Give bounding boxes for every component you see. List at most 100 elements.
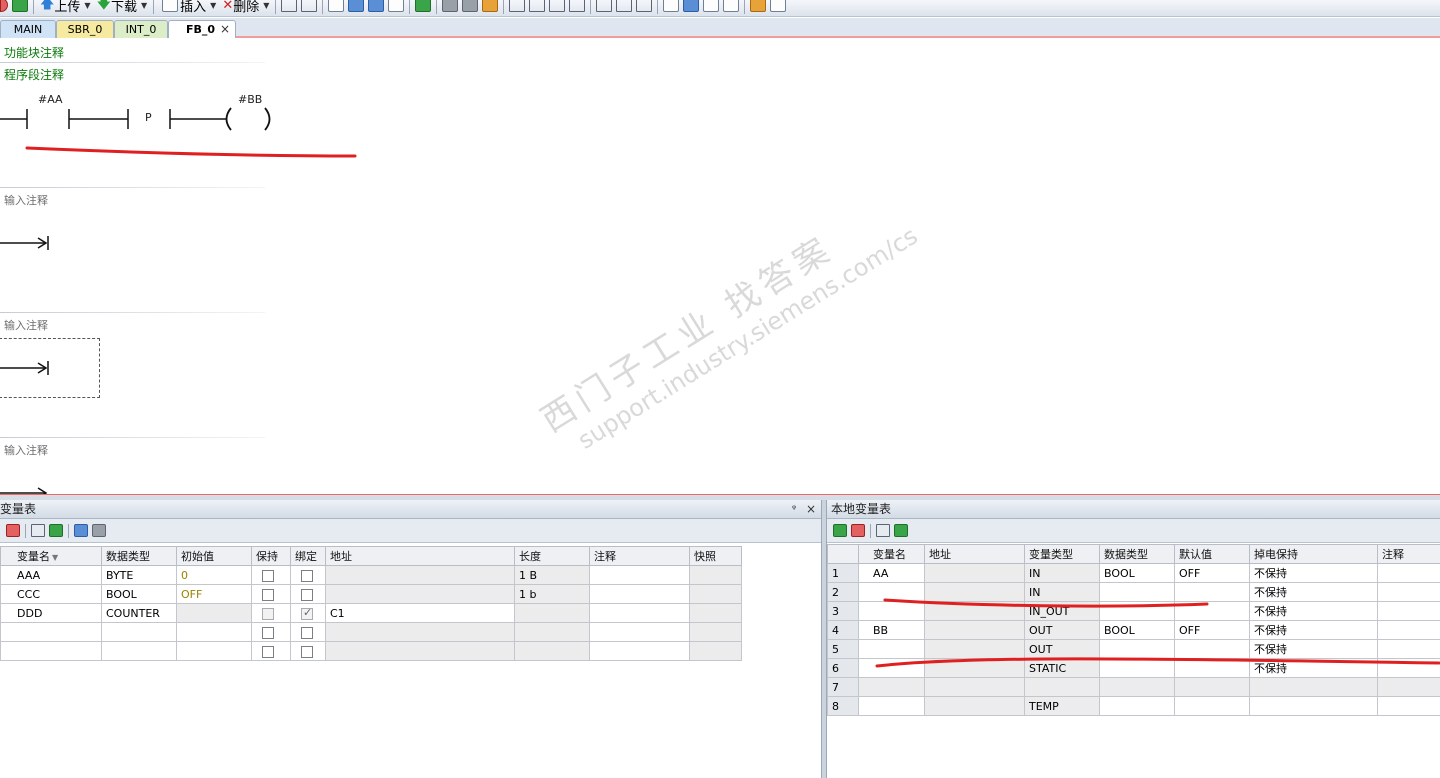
cell-name[interactable]	[858, 658, 925, 678]
table-row[interactable]	[0, 622, 742, 642]
cell-init[interactable]: 0	[176, 565, 252, 585]
sort-icon[interactable]	[894, 524, 908, 537]
cell-bind[interactable]	[290, 603, 326, 623]
lock-icon[interactable]	[442, 0, 459, 12]
close-tab-icon[interactable]: ×	[220, 21, 230, 38]
snapshot-icon[interactable]	[74, 524, 88, 537]
bind-checkbox[interactable]	[301, 645, 313, 658]
table-row[interactable]: 8 TEMP	[827, 696, 1440, 716]
cell-comment[interactable]	[589, 603, 690, 623]
cell-default[interactable]	[1174, 658, 1250, 678]
cell-name[interactable]: BB	[858, 620, 925, 640]
row-number[interactable]: 3	[827, 601, 859, 621]
col-header-init[interactable]: 初始值	[176, 546, 252, 566]
tab-main[interactable]: MAIN	[0, 20, 56, 38]
cell-default[interactable]: OFF	[1174, 563, 1250, 583]
cell-comment[interactable]	[1377, 658, 1440, 678]
branch-down-icon[interactable]	[509, 0, 526, 12]
col-header-comment[interactable]: 注释	[1377, 544, 1440, 564]
table-row[interactable]: 7	[827, 677, 1440, 697]
cell-retain[interactable]: 不保持	[1249, 658, 1378, 678]
col-header-name[interactable]: 变量名 ▼	[0, 546, 102, 566]
col-header-length[interactable]: 长度	[514, 546, 590, 566]
table-row[interactable]: CCC BOOL OFF 1 b	[0, 584, 742, 604]
export-icon[interactable]	[750, 0, 767, 12]
retain-checkbox[interactable]	[262, 626, 274, 639]
cell-data-type[interactable]	[1099, 582, 1175, 602]
retain-checkbox[interactable]	[262, 645, 274, 658]
cell-retain[interactable]	[251, 565, 291, 585]
cell-retain[interactable]: 不保持	[1249, 563, 1378, 583]
tab-sbr-0[interactable]: SBR_0	[56, 20, 114, 38]
bookmark-prev-icon[interactable]	[348, 0, 365, 12]
table-row[interactable]: 2 IN 不保持	[827, 582, 1440, 602]
cell-address[interactable]	[325, 584, 515, 604]
cell-comment[interactable]	[1377, 563, 1440, 583]
cell-init[interactable]	[176, 622, 252, 642]
retain-checkbox[interactable]	[262, 588, 274, 601]
retain-checkbox[interactable]	[262, 607, 274, 620]
table-row[interactable]: 6 STATIC 不保持	[827, 658, 1440, 678]
cell-type[interactable]	[101, 622, 177, 642]
cell-bind[interactable]	[290, 641, 326, 661]
cell-retain[interactable]: 不保持	[1249, 582, 1378, 602]
table-row[interactable]: 3 IN_OUT 不保持	[827, 601, 1440, 621]
row-number[interactable]: 5	[827, 639, 859, 659]
col-header-comment[interactable]: 注释	[589, 546, 690, 566]
cell-address[interactable]	[325, 622, 515, 642]
cell-data-type[interactable]: BOOL	[1099, 620, 1175, 640]
bookmark-clear-icon[interactable]	[388, 0, 405, 12]
cell-comment[interactable]	[1377, 639, 1440, 659]
row-number[interactable]: 6	[827, 658, 859, 678]
cell-address[interactable]: C1	[325, 603, 515, 623]
row-number[interactable]: 4	[827, 620, 859, 640]
cell-address[interactable]	[325, 565, 515, 585]
cell-name[interactable]: CCC	[0, 584, 102, 604]
cell-comment[interactable]	[589, 622, 690, 642]
insert-button[interactable]: 插入 ▼	[160, 0, 216, 15]
contact-operand[interactable]: #AA	[38, 93, 63, 106]
tab-fb-0[interactable]: FB_0 ×	[168, 20, 236, 38]
cell-retain[interactable]	[251, 641, 291, 661]
cell-comment[interactable]	[589, 565, 690, 585]
line-right-icon[interactable]	[569, 0, 586, 12]
cell-data-type[interactable]	[1099, 658, 1175, 678]
go-icon[interactable]	[415, 0, 432, 12]
unlock-icon[interactable]	[462, 0, 479, 12]
branch-line-icon[interactable]	[549, 0, 566, 12]
cell-bind[interactable]	[290, 584, 326, 604]
network-2-comment[interactable]: 输入注释	[4, 192, 48, 208]
edit-symbol-icon[interactable]	[723, 0, 740, 12]
network-3-comment[interactable]: 输入注释	[4, 317, 48, 333]
list-icon[interactable]	[31, 524, 45, 537]
insert-row-icon[interactable]	[833, 524, 847, 537]
coil-icon[interactable]	[616, 0, 633, 12]
network-4-comment[interactable]: 输入注释	[4, 442, 48, 458]
cell-default[interactable]	[1174, 582, 1250, 602]
row-number[interactable]: 8	[827, 696, 859, 716]
cell-comment[interactable]	[589, 641, 690, 661]
delete-button[interactable]: ✕ 删除 ▼	[222, 0, 269, 15]
cell-bind[interactable]	[290, 622, 326, 642]
compile-icon[interactable]	[12, 0, 28, 12]
col-header-retain[interactable]: 掉电保持	[1249, 544, 1378, 564]
properties-icon[interactable]	[770, 0, 787, 12]
col-header-address[interactable]: 地址	[325, 546, 515, 566]
row-number[interactable]: 7	[827, 677, 859, 697]
cell-retain[interactable]	[251, 622, 291, 642]
protect-icon[interactable]	[482, 0, 499, 12]
row-number[interactable]: 2	[827, 582, 859, 602]
bind-checkbox[interactable]	[301, 606, 313, 620]
view-icon[interactable]	[328, 0, 345, 12]
cell-comment[interactable]	[1377, 696, 1440, 716]
block-comment[interactable]: 功能块注释	[4, 44, 64, 61]
cell-default[interactable]	[1174, 639, 1250, 659]
cell-comment[interactable]	[1377, 601, 1440, 621]
cell-default[interactable]	[1174, 601, 1250, 621]
delete-row-icon[interactable]	[6, 524, 20, 537]
cell-bind[interactable]	[290, 565, 326, 585]
cell-retain[interactable]: 不保持	[1249, 620, 1378, 640]
cell-data-type[interactable]	[1099, 601, 1175, 621]
cell-name[interactable]: AAA	[0, 565, 102, 585]
coil-operand[interactable]: #BB	[238, 93, 262, 106]
